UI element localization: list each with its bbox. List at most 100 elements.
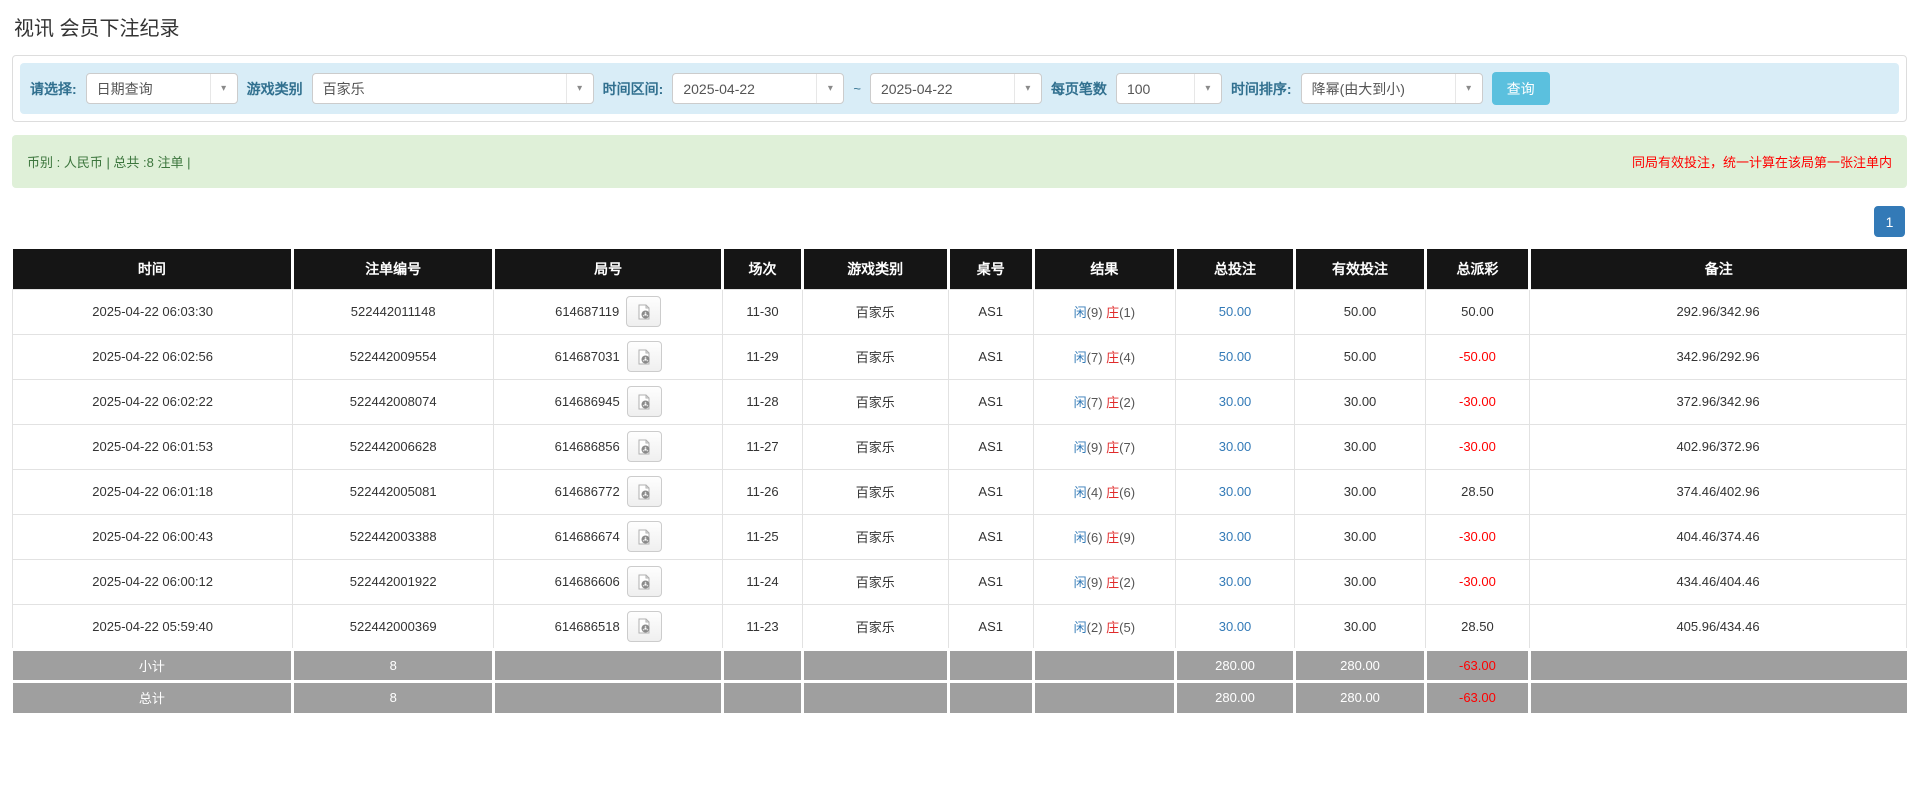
banker-result-label: 庄 bbox=[1106, 620, 1119, 635]
page: 视讯 会员下注纪录 请选择: 日期查询 ▾ 游戏类别 百家乐 ▾ 时间区间: 2… bbox=[0, 0, 1919, 721]
chevron-down-icon: ▾ bbox=[210, 74, 237, 103]
video-replay-button[interactable] bbox=[627, 341, 662, 372]
result-cell: 闲(9) 庄(7) bbox=[1033, 424, 1175, 469]
remark: 402.96/372.96 bbox=[1530, 424, 1907, 469]
video-replay-button[interactable] bbox=[627, 566, 662, 597]
round-cell: 614686606 bbox=[494, 559, 723, 604]
page-1-button[interactable]: 1 bbox=[1874, 206, 1905, 237]
search-type-value: 日期查询 bbox=[87, 79, 210, 99]
video-replay-button[interactable] bbox=[627, 611, 662, 642]
header-result: 结果 bbox=[1033, 249, 1175, 289]
video-replay-button[interactable] bbox=[627, 521, 662, 552]
round-cell: 614686772 bbox=[494, 469, 723, 514]
valid-bet: 30.00 bbox=[1295, 514, 1426, 559]
total-bet-link[interactable]: 30.00 bbox=[1175, 469, 1294, 514]
banker-result-label: 庄 bbox=[1106, 395, 1119, 410]
empty-cell bbox=[802, 649, 948, 681]
bet-id: 522442009554 bbox=[293, 334, 494, 379]
total-payout: 28.50 bbox=[1425, 469, 1529, 514]
header-game-type: 游戏类别 bbox=[802, 249, 948, 289]
bet-time: 2025-04-22 06:02:56 bbox=[13, 334, 293, 379]
game-category-select[interactable]: 百家乐 ▾ bbox=[312, 73, 594, 104]
total-bet-link[interactable]: 30.00 bbox=[1175, 514, 1294, 559]
total-bet-link[interactable]: 30.00 bbox=[1175, 424, 1294, 469]
empty-cell bbox=[948, 681, 1033, 713]
empty-cell bbox=[1530, 649, 1907, 681]
remark: 342.96/292.96 bbox=[1530, 334, 1907, 379]
total-bet-link[interactable]: 30.00 bbox=[1175, 604, 1294, 649]
game-type: 百家乐 bbox=[802, 559, 948, 604]
total-payout: -30.00 bbox=[1425, 559, 1529, 604]
table-row: 2025-04-22 06:00:12 522442001922 6146866… bbox=[13, 559, 1907, 604]
result-cell: 闲(4) 庄(6) bbox=[1033, 469, 1175, 514]
table-no: AS1 bbox=[948, 424, 1033, 469]
video-replay-button[interactable] bbox=[626, 296, 661, 327]
banker-result-label: 庄 bbox=[1106, 305, 1119, 320]
page-title: 视讯 会员下注纪录 bbox=[14, 12, 1907, 41]
bet-time: 2025-04-22 06:03:30 bbox=[13, 289, 293, 334]
total-payout: 28.50 bbox=[1425, 604, 1529, 649]
total-bet-link[interactable]: 30.00 bbox=[1175, 379, 1294, 424]
result-cell: 闲(9) 庄(1) bbox=[1033, 289, 1175, 334]
round-id: 614686674 bbox=[555, 529, 620, 544]
table-no: AS1 bbox=[948, 289, 1033, 334]
video-icon bbox=[636, 394, 652, 410]
date-to-value: 2025-04-22 bbox=[871, 81, 1014, 97]
bet-time: 2025-04-22 06:00:43 bbox=[13, 514, 293, 559]
valid-bet-notice: 同局有效投注，统一计算在该局第一张注单内 bbox=[1632, 152, 1892, 171]
round-cell: 614686945 bbox=[494, 379, 723, 424]
session: 11-24 bbox=[723, 559, 803, 604]
player-result-label: 闲 bbox=[1074, 395, 1087, 410]
summary-bar: 币别 : 人民币 | 总共 :8 注单 | 同局有效投注，统一计算在该局第一张注… bbox=[12, 135, 1907, 188]
game-type: 百家乐 bbox=[802, 469, 948, 514]
valid-bet: 30.00 bbox=[1295, 559, 1426, 604]
time-sort-select[interactable]: 降幂(由大到小) ▾ bbox=[1301, 73, 1483, 104]
search-button[interactable]: 查询 bbox=[1492, 72, 1550, 105]
remark: 374.46/402.96 bbox=[1530, 469, 1907, 514]
total-bet-link[interactable]: 50.00 bbox=[1175, 289, 1294, 334]
bet-records-table: 时间 注单编号 局号 场次 游戏类别 桌号 结果 总投注 有效投注 总派彩 备注… bbox=[12, 249, 1907, 713]
header-valid-bet: 有效投注 bbox=[1295, 249, 1426, 289]
table-row: 2025-04-22 06:01:53 522442006628 6146868… bbox=[13, 424, 1907, 469]
result-cell: 闲(9) 庄(2) bbox=[1033, 559, 1175, 604]
session: 11-26 bbox=[723, 469, 803, 514]
video-icon bbox=[636, 574, 652, 590]
bet-time: 2025-04-22 06:01:53 bbox=[13, 424, 293, 469]
total-payout: 50.00 bbox=[1425, 289, 1529, 334]
round-id: 614686856 bbox=[555, 439, 620, 454]
video-replay-button[interactable] bbox=[627, 476, 662, 507]
valid-bet: 30.00 bbox=[1295, 424, 1426, 469]
video-replay-button[interactable] bbox=[627, 386, 662, 417]
total-bet-link[interactable]: 50.00 bbox=[1175, 334, 1294, 379]
grand-total-valid-bet: 280.00 bbox=[1295, 681, 1426, 713]
date-to-select[interactable]: 2025-04-22 ▾ bbox=[870, 73, 1042, 104]
video-replay-button[interactable] bbox=[627, 431, 662, 462]
round-id: 614686518 bbox=[555, 619, 620, 634]
search-type-select[interactable]: 日期查询 ▾ bbox=[86, 73, 238, 104]
bet-id: 522442006628 bbox=[293, 424, 494, 469]
date-from-value: 2025-04-22 bbox=[673, 81, 816, 97]
header-bet-id: 注单编号 bbox=[293, 249, 494, 289]
bet-time: 2025-04-22 06:00:12 bbox=[13, 559, 293, 604]
valid-bet: 50.00 bbox=[1295, 334, 1426, 379]
round-id: 614686772 bbox=[555, 484, 620, 499]
total-payout: -30.00 bbox=[1425, 379, 1529, 424]
table-row: 2025-04-22 05:59:40 522442000369 6146865… bbox=[13, 604, 1907, 649]
bet-time: 2025-04-22 06:01:18 bbox=[13, 469, 293, 514]
player-score: (4) bbox=[1087, 485, 1103, 500]
date-range-label: 时间区间: bbox=[603, 79, 664, 99]
round-cell: 614686856 bbox=[494, 424, 723, 469]
remark: 372.96/342.96 bbox=[1530, 379, 1907, 424]
session: 11-23 bbox=[723, 604, 803, 649]
date-from-select[interactable]: 2025-04-22 ▾ bbox=[672, 73, 844, 104]
empty-cell bbox=[1033, 681, 1175, 713]
grand-total-payout: -63.00 bbox=[1425, 681, 1529, 713]
total-bet-link[interactable]: 30.00 bbox=[1175, 559, 1294, 604]
empty-cell bbox=[1530, 681, 1907, 713]
grand-total-label: 总计 bbox=[13, 681, 293, 713]
round-id: 614686606 bbox=[555, 574, 620, 589]
header-row: 时间 注单编号 局号 场次 游戏类别 桌号 结果 总投注 有效投注 总派彩 备注 bbox=[13, 249, 1907, 289]
page-size-select[interactable]: 100 ▾ bbox=[1116, 73, 1222, 104]
session: 11-29 bbox=[723, 334, 803, 379]
remark: 434.46/404.46 bbox=[1530, 559, 1907, 604]
